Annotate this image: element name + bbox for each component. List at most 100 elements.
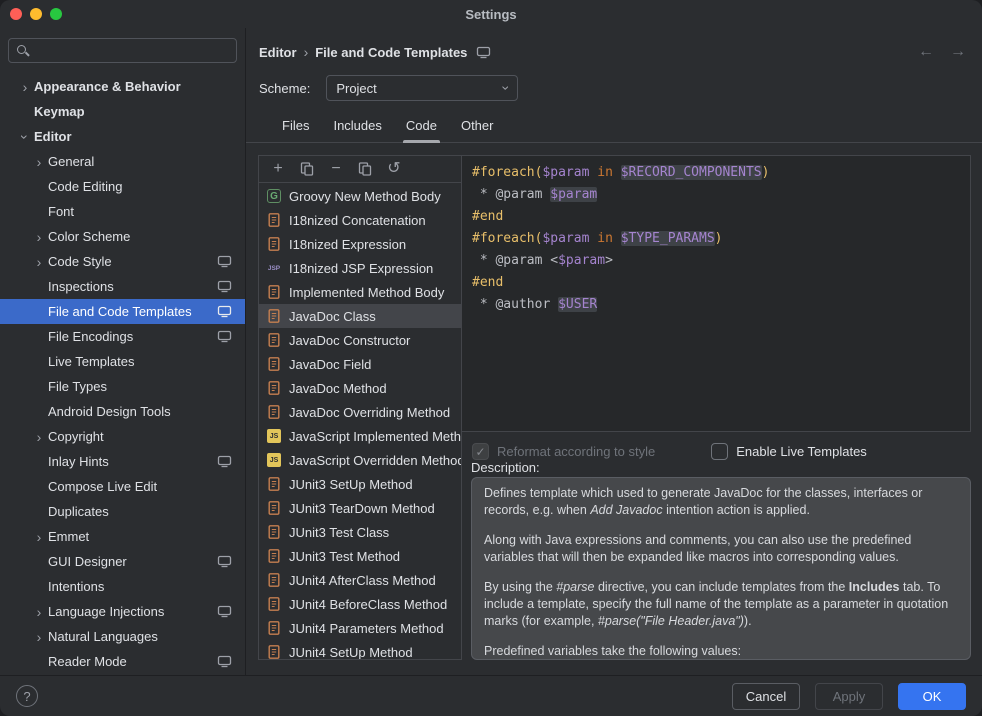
remove-icon[interactable]: − (328, 161, 344, 177)
template-item-i18nized-concatenation[interactable]: I18nized Concatenation (259, 208, 461, 232)
sidebar-item-intentions[interactable]: Intentions (0, 574, 245, 599)
template-item-javascript-overridden-method[interactable]: JSJavaScript Overridden Method (259, 448, 461, 472)
reformat-checkbox[interactable]: ✓ Reformat according to style (472, 443, 655, 460)
ok-button[interactable]: OK (898, 683, 966, 710)
sidebar-item-file-types[interactable]: File Types (0, 374, 245, 399)
template-item-junit3-teardown-method[interactable]: JUnit3 TearDown Method (259, 496, 461, 520)
template-item-junit3-setup-method[interactable]: JUnit3 SetUp Method (259, 472, 461, 496)
chevron-right-icon[interactable]: › (30, 529, 48, 545)
project-settings-icon (476, 46, 491, 59)
sidebar-item-natural-languages[interactable]: ›Natural Languages (0, 624, 245, 649)
chevron-right-icon[interactable]: › (30, 229, 48, 245)
template-item-label: JUnit3 Test Class (289, 525, 389, 540)
sidebar-item-android-design-tools[interactable]: Android Design Tools (0, 399, 245, 424)
sidebar-item-general[interactable]: ›General (0, 149, 245, 174)
sidebar-item-inspections[interactable]: Inspections (0, 274, 245, 299)
template-item-label: JavaScript Overridden Method (289, 453, 461, 468)
sidebar-item-label: Font (48, 204, 74, 219)
chevron-right-icon[interactable]: › (16, 79, 34, 95)
project-settings-icon (217, 605, 232, 618)
template-item-i18nized-expression[interactable]: I18nized Expression (259, 232, 461, 256)
sidebar-item-file-and-code-templates[interactable]: File and Code Templates (0, 299, 245, 324)
sidebar-item-live-templates[interactable]: Live Templates (0, 349, 245, 374)
search-input[interactable] (36, 43, 228, 58)
sidebar-item-duplicates[interactable]: Duplicates (0, 499, 245, 524)
sidebar-item-label: Inspections (48, 279, 114, 294)
template-icon (266, 500, 282, 516)
template-item-implemented-method-body[interactable]: Implemented Method Body (259, 280, 461, 304)
chevron-right-icon[interactable]: › (30, 604, 48, 620)
forward-button[interactable]: → (950, 43, 966, 61)
template-icon (266, 380, 282, 396)
tab-other[interactable]: Other (449, 115, 506, 142)
template-editor[interactable]: #foreach($param in $RECORD_COMPONENTS) *… (462, 155, 971, 432)
description-box[interactable]: Defines template which used to generate … (471, 477, 971, 660)
sidebar-item-font[interactable]: Font (0, 199, 245, 224)
sidebar-item-label: General (48, 154, 94, 169)
template-item-javascript-implemented-method[interactable]: JSJavaScript Implemented Method (259, 424, 461, 448)
chevron-right-icon[interactable]: › (30, 629, 48, 645)
template-item-junit4-setup-method[interactable]: JUnit4 SetUp Method (259, 640, 461, 659)
sidebar-item-copyright[interactable]: ›Copyright (0, 424, 245, 449)
template-item-javadoc-method[interactable]: JavaDoc Method (259, 376, 461, 400)
chevron-right-icon[interactable]: › (30, 429, 48, 445)
sidebar-item-compose-live-edit[interactable]: Compose Live Edit (0, 474, 245, 499)
sidebar-item-label: Inlay Hints (48, 454, 109, 469)
checkbox-checked-icon: ✓ (472, 443, 489, 460)
template-options: ✓ Reformat according to style Enable Liv… (472, 443, 971, 460)
tab-code[interactable]: Code (394, 115, 449, 142)
sidebar-item-inlay-hints[interactable]: Inlay Hints (0, 449, 245, 474)
chevron-down-icon[interactable]: › (17, 128, 33, 146)
chevron-right-icon[interactable]: › (30, 154, 48, 170)
template-item-javadoc-constructor[interactable]: JavaDoc Constructor (259, 328, 461, 352)
template-item-i18nized-jsp-expression[interactable]: JSPI18nized JSP Expression (259, 256, 461, 280)
sidebar-item-reader-mode[interactable]: Reader Mode (0, 649, 245, 674)
scheme-select[interactable]: Project › (326, 75, 518, 101)
duplicate-icon[interactable] (357, 161, 373, 177)
cancel-button[interactable]: Cancel (732, 683, 800, 710)
enable-live-templates-checkbox[interactable]: Enable Live Templates (711, 443, 867, 460)
template-item-javadoc-field[interactable]: JavaDoc Field (259, 352, 461, 376)
sidebar-item-color-scheme[interactable]: ›Color Scheme (0, 224, 245, 249)
code-line: * @author $USER (472, 294, 960, 316)
template-item-groovy-new-method-body[interactable]: GGroovy New Method Body (259, 184, 461, 208)
revert-icon[interactable]: ↺ (386, 161, 402, 177)
template-item-junit4-afterclass-method[interactable]: JUnit4 AfterClass Method (259, 568, 461, 592)
back-button[interactable]: ← (918, 43, 934, 61)
sidebar-item-emmet[interactable]: ›Emmet (0, 524, 245, 549)
template-item-javadoc-overriding-method[interactable]: JavaDoc Overriding Method (259, 400, 461, 424)
template-item-junit3-test-method[interactable]: JUnit3 Test Method (259, 544, 461, 568)
settings-search-box[interactable] (8, 38, 237, 63)
template-item-junit4-parameters-method[interactable]: JUnit4 Parameters Method (259, 616, 461, 640)
sidebar-item-gui-designer[interactable]: GUI Designer (0, 549, 245, 574)
project-settings-icon (217, 455, 232, 468)
breadcrumb-editor[interactable]: Editor (259, 45, 297, 60)
dialog-footer: ? Cancel Apply OK (0, 675, 982, 716)
chevron-right-icon[interactable]: › (30, 254, 48, 270)
template-icon (266, 404, 282, 420)
add-icon[interactable]: + (270, 161, 286, 177)
help-button[interactable]: ? (16, 685, 38, 707)
sidebar-item-appearance-behavior[interactable]: ›Appearance & Behavior (0, 74, 245, 99)
code-line: #end (472, 206, 960, 228)
sidebar-item-editor[interactable]: ›Editor (0, 124, 245, 149)
sidebar-item-code-editing[interactable]: Code Editing (0, 174, 245, 199)
tab-files[interactable]: Files (270, 115, 321, 142)
sidebar-item-file-encodings[interactable]: File Encodings (0, 324, 245, 349)
sidebar-item-language-injections[interactable]: ›Language Injections (0, 599, 245, 624)
template-item-junit3-test-class[interactable]: JUnit3 Test Class (259, 520, 461, 544)
scheme-label: Scheme: (259, 81, 310, 96)
template-item-label: JUnit3 Test Method (289, 549, 400, 564)
tab-includes[interactable]: Includes (321, 115, 393, 142)
settings-window: Settings ›Appearance & BehaviorKeymap›Ed… (0, 0, 982, 716)
sidebar-item-keymap[interactable]: Keymap (0, 99, 245, 124)
sidebar-item-code-style[interactable]: ›Code Style (0, 249, 245, 274)
description-label: Description: (471, 460, 540, 475)
sidebar-item-label: Duplicates (48, 504, 109, 519)
template-item-javadoc-class[interactable]: JavaDoc Class (259, 304, 461, 328)
sidebar-item-label: Editor (34, 129, 72, 144)
apply-button[interactable]: Apply (815, 683, 883, 710)
copy-icon[interactable] (299, 161, 315, 177)
template-list-toolbar: + − ↺ (259, 156, 461, 183)
template-item-junit4-beforeclass-method[interactable]: JUnit4 BeforeClass Method (259, 592, 461, 616)
